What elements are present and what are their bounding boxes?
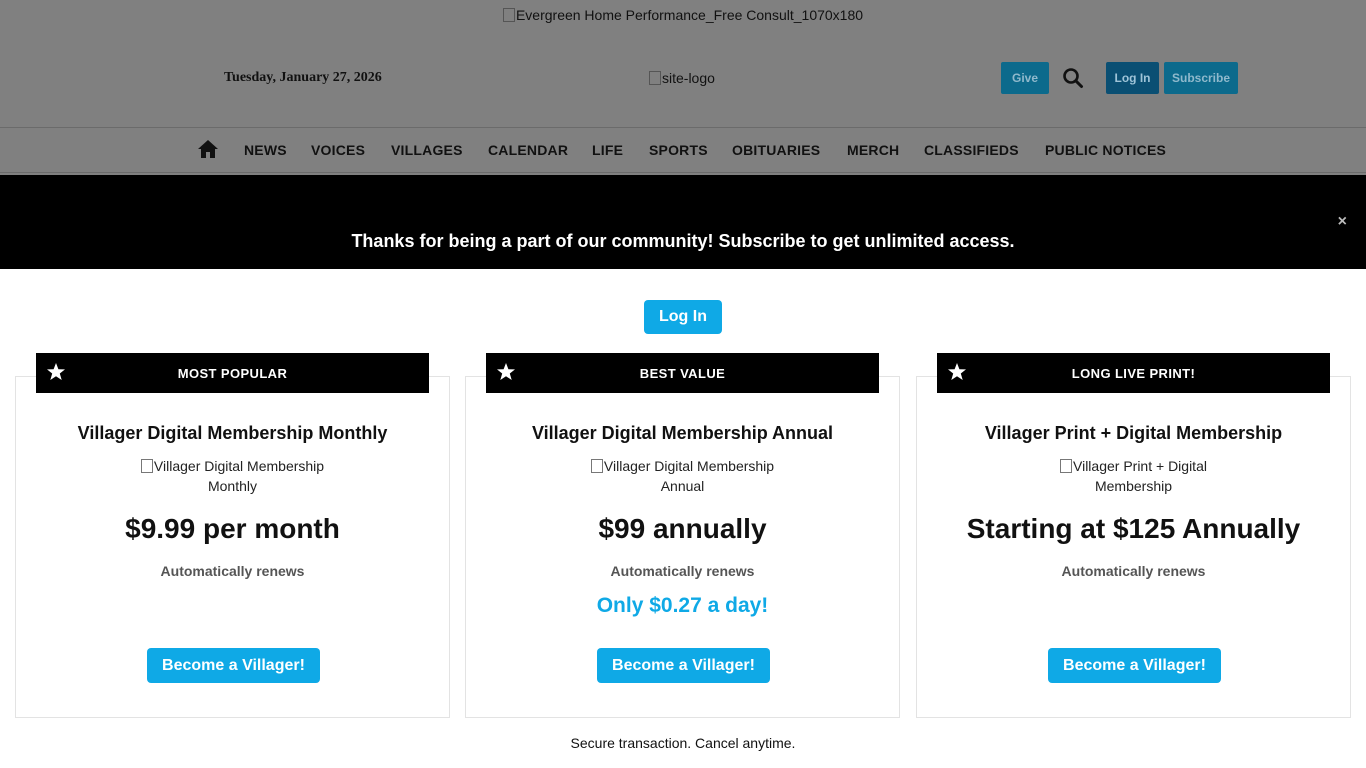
nav-item-life[interactable]: LIFE [592,142,623,158]
broken-image-icon [590,459,603,473]
plan-tag-label: BEST VALUE [639,366,726,381]
plan-image: Villager Print + Digital Membership [917,456,1350,496]
plan-price: $9.99 per month [125,513,340,544]
nav-item-public-notices[interactable]: PUBLIC NOTICES [1045,142,1166,158]
broken-image-icon [1060,459,1072,473]
plan-image-alt-text: Villager Digital Membership Annual [603,458,775,494]
current-date: Tuesday, January 27, 2026 [224,70,382,85]
site-logo[interactable]: site-logo [649,70,715,86]
header-subscribe-button[interactable]: Subscribe [1164,62,1238,94]
plan-price: $99 annually [598,513,767,544]
main-nav: NEWS VOICES VILLAGES CALENDAR LIFE SPORT… [0,128,1366,172]
broken-image-icon [140,459,153,473]
plan-card-print-digital: Villager Print + Digital Membership Vill… [916,376,1351,718]
plan-tag-long-live-print: LONG LIVE PRINT! [937,353,1330,393]
background-page: Evergreen Home Performance_Free Consult_… [0,0,1366,175]
plan-tag-label: MOST POPULAR [177,366,288,381]
become-villager-button[interactable]: Become a Villager! [597,648,770,683]
plan-card-monthly: Villager Digital Membership Monthly Vill… [15,376,450,718]
broken-image-icon [649,71,661,85]
search-icon[interactable] [1062,67,1084,89]
plan-tag-most-popular: MOST POPULAR [36,353,429,393]
broken-image-icon [502,8,515,22]
subscribe-banner: Thanks for being a part of our community… [0,175,1366,269]
nav-item-villages[interactable]: VILLAGES [391,142,463,158]
nav-item-obituaries[interactable]: OBITUARIES [732,142,820,158]
paywall-modal: Log In Villager Digital Membership Month… [0,269,1366,768]
plan-renew-note: Automatically renews [1061,563,1206,579]
plan-renew-note: Automatically renews [610,563,755,579]
nav-item-merch[interactable]: MERCH [847,142,899,158]
become-villager-button[interactable]: Become a Villager! [147,648,320,683]
plan-title: Villager Digital Membership Annual [531,423,834,443]
plan-image: Villager Digital Membership Annual [466,456,899,496]
plan-image-alt-text: Villager Print + Digital Membership [1073,458,1207,494]
plan-card-annual: Villager Digital Membership Annual Villa… [465,376,900,718]
site-logo-alt-text: site-logo [662,70,715,86]
plan-title: Villager Print + Digital Membership [984,423,1283,443]
nav-item-calendar[interactable]: CALENDAR [488,142,568,158]
nav-item-sports[interactable]: SPORTS [649,142,708,158]
plan-title: Villager Digital Membership Monthly [77,423,388,443]
plan-renew-note: Automatically renews [160,563,305,579]
nav-divider-bottom [0,172,1366,173]
ad-banner-image[interactable]: Evergreen Home Performance_Free Consult_… [0,7,1366,23]
banner-message: Thanks for being a part of our community… [351,231,1015,251]
plan-image: Villager Digital Membership Monthly [16,456,449,496]
nav-item-classifieds[interactable]: CLASSIFIEDS [924,142,1019,158]
give-button[interactable]: Give [1001,62,1049,94]
become-villager-button[interactable]: Become a Villager! [1048,648,1221,683]
nav-item-voices[interactable]: VOICES [311,142,365,158]
nav-item-news[interactable]: NEWS [244,142,287,158]
home-icon[interactable] [197,139,219,159]
header-login-button[interactable]: Log In [1106,62,1159,94]
plan-tag-label: LONG LIVE PRINT! [1071,366,1196,381]
plan-image-alt-text: Villager Digital Membership Monthly [153,458,325,494]
plan-price: Starting at $125 Annually [966,513,1301,544]
close-icon[interactable]: × [1338,213,1347,231]
plan-per-day-note: Only $0.27 a day! [596,594,769,617]
secure-transaction-note: Secure transaction. Cancel anytime. [570,735,796,751]
plan-tag-best-value: BEST VALUE [486,353,879,393]
ad-banner-alt-text: Evergreen Home Performance_Free Consult_… [515,7,864,23]
modal-login-button[interactable]: Log In [644,300,722,334]
